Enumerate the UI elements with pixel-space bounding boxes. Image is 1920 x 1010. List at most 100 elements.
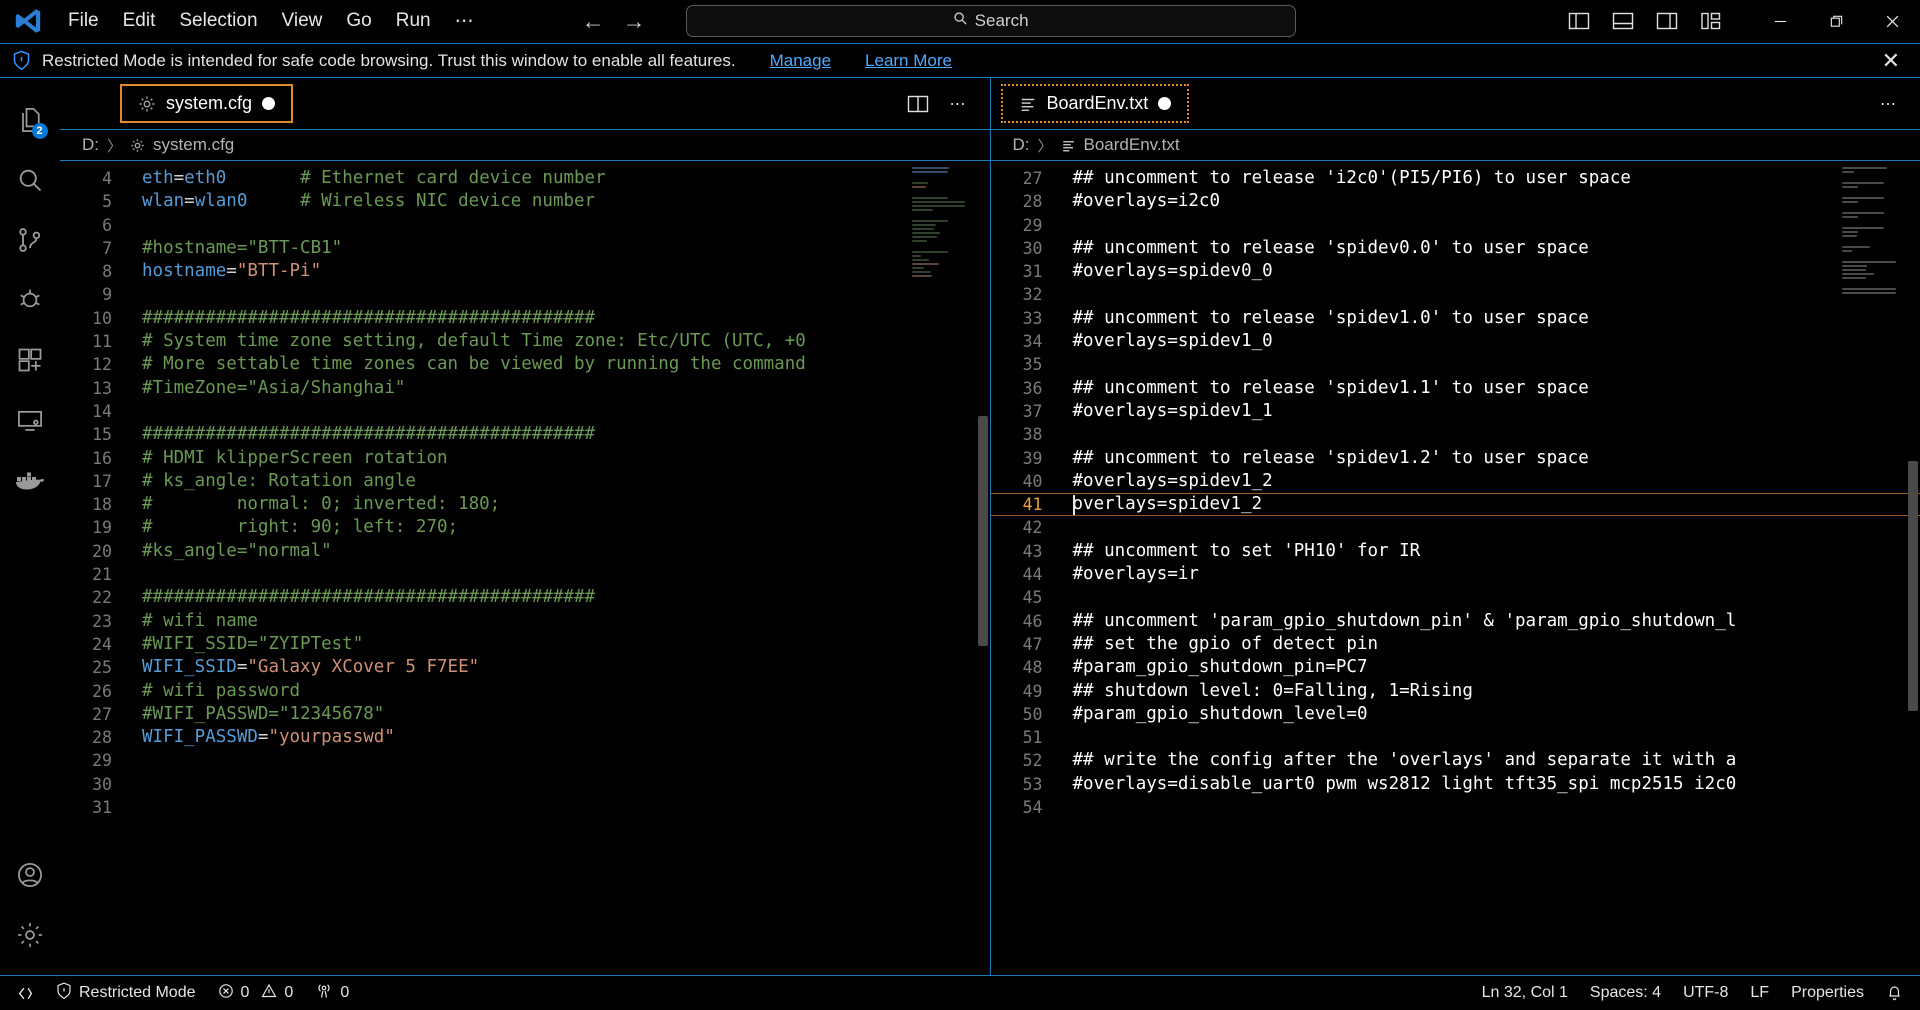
status-cursor-position[interactable]: Ln 32, Col 1 [1471, 984, 1579, 1002]
menu-edit[interactable]: Edit [111, 6, 168, 36]
arrow-right-icon[interactable]: → [623, 9, 646, 33]
minimap-line [1842, 273, 1875, 275]
minimap-line [911, 275, 932, 277]
minimap-line [911, 232, 941, 234]
line-text: #WIFI_SSID="ZYIPTest" [142, 633, 364, 654]
sidebar-item-docker[interactable] [0, 450, 60, 510]
code-line: 36 ## uncomment to release 'spidev1.1' to… [991, 377, 1920, 400]
line-number: 39 [1022, 448, 1043, 468]
breadcrumb-root[interactable]: D: [82, 135, 99, 155]
breadcrumb-root[interactable]: D: [1013, 135, 1030, 155]
line-text: ## shutdown level: 0=Falling, 1=Rising [1072, 680, 1473, 701]
sidebar-item-explorer[interactable]: 2 [0, 90, 60, 150]
code-line: 23 # wifi name [60, 610, 990, 633]
split-editor-icon[interactable] [900, 86, 936, 122]
minimap-line [911, 197, 949, 199]
search-input[interactable]: Search [685, 5, 1296, 37]
minimap-right[interactable] [1842, 167, 1904, 301]
menu-selection[interactable]: Selection [167, 6, 269, 36]
sidebar-item-extensions[interactable] [0, 330, 60, 390]
menu-file[interactable]: File [56, 6, 111, 36]
close-icon[interactable] [1864, 0, 1920, 43]
toggle-secondary-sidebar-icon[interactable] [1652, 6, 1682, 36]
minimap-line [912, 244, 974, 249]
customize-layout-icon[interactable] [1696, 6, 1726, 36]
more-actions-icon[interactable]: ⋯ [940, 86, 976, 122]
line-text: hostname="BTT-Pi" [142, 261, 322, 282]
breadcrumb-file[interactable]: BoardEnv.txt [1084, 135, 1180, 155]
minimap-line [911, 271, 932, 273]
vertical-scrollbar-left[interactable] [976, 161, 990, 975]
breadcrumb-file[interactable]: system.cfg [153, 135, 234, 155]
line-text: WIFI_PASSWD="yourpasswd" [142, 727, 395, 748]
minimap-line [1842, 212, 1884, 214]
remote-window-icon[interactable] [6, 976, 45, 1010]
more-actions-icon[interactable]: ⋯ [1870, 86, 1906, 122]
menu-run[interactable]: Run [384, 6, 443, 36]
gear-icon[interactable] [0, 905, 60, 965]
arrow-left-icon[interactable]: ← [582, 9, 605, 33]
minimap-line [1842, 171, 1854, 173]
code-line: 29 [991, 214, 1920, 237]
minimap-line [1842, 216, 1859, 218]
close-icon[interactable]: ✕ [1876, 48, 1906, 74]
layout-controls [1564, 6, 1726, 36]
dirty-indicator[interactable] [1158, 97, 1172, 110]
minimize-icon[interactable] [1752, 0, 1808, 43]
toggle-primary-sidebar-icon[interactable] [1564, 6, 1594, 36]
shield-icon [56, 982, 72, 1005]
line-text: #overlays=spidev1_1 [1072, 400, 1273, 421]
toggle-panel-icon[interactable] [1608, 6, 1638, 36]
minimap-left[interactable] [911, 167, 974, 298]
banner-learn-more-link[interactable]: Learn More [865, 51, 952, 71]
code-area-left[interactable]: 4 eth=eth0 # Ethernet card device number 5… [60, 161, 990, 975]
tab-system-cfg[interactable]: system.cfg [120, 84, 294, 123]
vertical-scrollbar-right[interactable] [1906, 161, 1920, 975]
line-number: 5 [102, 192, 112, 212]
account-icon[interactable] [0, 845, 60, 905]
code-line: 17 # ks_angle: Rotation angle [60, 470, 990, 493]
line-number: 40 [1022, 471, 1043, 491]
minimap-line [911, 224, 937, 226]
line-number: 53 [1022, 774, 1043, 794]
status-ports[interactable]: 0 [304, 976, 360, 1010]
minimap-line [1842, 167, 1888, 169]
tab-boardenv-txt[interactable]: BoardEnv.txt [1000, 84, 1190, 123]
status-indentation[interactable]: Spaces: 4 [1579, 984, 1672, 1002]
banner-manage-link[interactable]: Manage [770, 51, 831, 71]
minimap-line [911, 201, 966, 203]
line-number: 17 [92, 471, 112, 491]
code-line: 14 [60, 400, 990, 423]
menu-view[interactable]: View [270, 6, 335, 36]
sidebar-item-search[interactable] [0, 150, 60, 210]
sidebar-item-run-and-debug[interactable] [0, 270, 60, 330]
line-number: 22 [92, 588, 112, 608]
status-problems[interactable]: 0 0 [207, 976, 305, 1010]
status-language-mode[interactable]: Properties [1780, 984, 1875, 1002]
status-restricted-mode[interactable]: Restricted Mode [45, 976, 207, 1010]
line-number: 9 [102, 285, 112, 305]
line-number: 31 [1022, 262, 1043, 282]
line-text: eth=eth0 # Ethernet card device number [142, 168, 606, 188]
line-text: # right: 90; left: 270; [142, 517, 459, 538]
sidebar-item-source-control[interactable] [0, 210, 60, 270]
line-number: 33 [1022, 308, 1043, 328]
bell-icon[interactable] [1875, 984, 1914, 1002]
menu-go[interactable]: Go [334, 6, 383, 36]
code-line: 43 ## uncomment to set 'PH10' for IR [991, 540, 1920, 563]
line-number: 13 [92, 378, 112, 398]
search-placeholder: Search [974, 11, 1029, 30]
status-encoding[interactable]: UTF-8 [1672, 984, 1739, 1002]
tab-label: BoardEnv.txt [1046, 93, 1149, 113]
dirty-indicator[interactable] [262, 97, 276, 110]
code-area-right[interactable]: 27 ## uncomment to release 'i2c0'(PI5/PI6… [990, 161, 1920, 975]
line-number: 20 [92, 541, 112, 561]
menu-more[interactable]: ⋯ [443, 6, 486, 37]
code-line: 8 hostname="BTT-Pi" [60, 260, 990, 283]
status-eol[interactable]: LF [1739, 984, 1780, 1002]
sidebar-item-remote-explorer[interactable] [0, 390, 60, 450]
line-text: #overlays=spidev1_0 [1072, 331, 1273, 352]
restore-icon[interactable] [1808, 0, 1864, 43]
editor-group-right: BoardEnv.txt ⋯ D: 〉 BoardEnv.txt 27 ## u… [990, 78, 1920, 975]
line-number: 10 [92, 308, 112, 328]
